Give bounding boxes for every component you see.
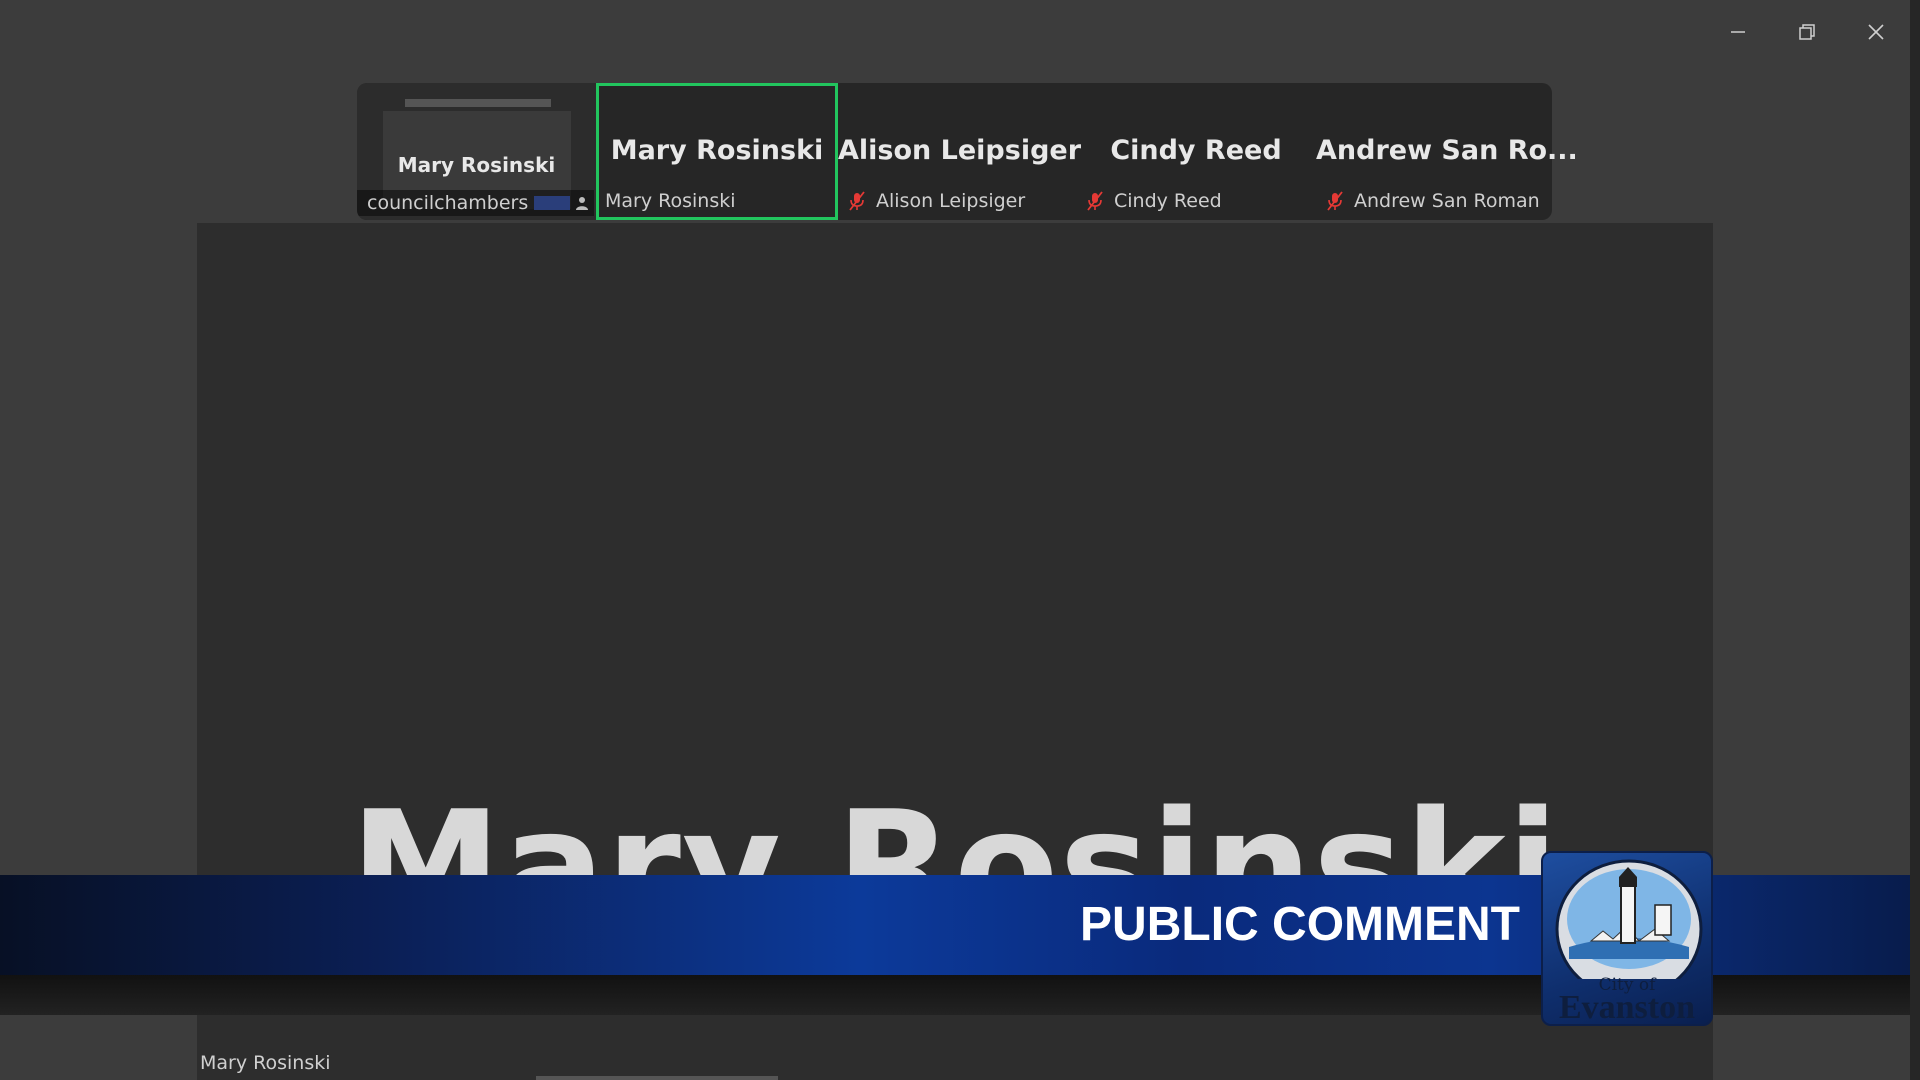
scrollbar-thumb[interactable] [536, 1076, 778, 1080]
participant-label: Cindy Reed [1084, 188, 1222, 214]
participant-label-text: Cindy Reed [1114, 190, 1222, 212]
close-button[interactable] [1854, 12, 1898, 52]
restore-icon [1799, 24, 1815, 40]
participant-filmstrip: Mary Rosinski councilchambers Mary Rosin… [357, 83, 1578, 220]
participant-name: Alison Leipsiger [838, 135, 1082, 166]
close-icon [1868, 24, 1884, 40]
minimize-icon [1731, 31, 1745, 33]
city-seal-logo: City of Evanston [1541, 851, 1713, 1026]
mic-muted-icon [849, 191, 865, 211]
participant-name: Mary Rosinski [610, 135, 824, 166]
participant-label-text: Mary Rosinski [605, 190, 736, 212]
window-edge [1910, 0, 1920, 1080]
participant-tile-alison-leipsiger[interactable]: Alison Leipsiger Alison Leipsiger [838, 83, 1082, 220]
active-speaker-label: Mary Rosinski [200, 1052, 331, 1074]
mic-muted-icon [1327, 191, 1343, 211]
participant-label: councilchambers [357, 190, 595, 216]
banner-title: PUBLIC COMMENT [1080, 898, 1520, 951]
participant-label-text: Alison Leipsiger [876, 190, 1026, 212]
participant-name: Mary Rosinski [397, 153, 556, 177]
meeting-window: Mary Rosinski councilchambers Mary Rosin… [0, 0, 1920, 1080]
participant-label-text: Andrew San Roman [1354, 190, 1540, 212]
comment-badge [534, 196, 571, 210]
participant-name: Andrew San Ro... [1316, 135, 1578, 166]
thumbnail-toolbar [405, 99, 551, 107]
participant-tile-mary-rosinski[interactable]: Mary Rosinski Mary Rosinski [596, 83, 838, 220]
mic-muted-icon [1087, 191, 1103, 211]
participant-label: Alison Leipsiger [846, 188, 1025, 214]
lighthouse-seal-icon [1555, 859, 1703, 979]
logo-evanston: Evanston [1558, 989, 1696, 1026]
minimize-button[interactable] [1716, 12, 1760, 52]
participant-tile-andrew-san-roman[interactable]: Andrew San Ro... Andrew San Roman [1316, 83, 1578, 220]
person-icon [576, 197, 589, 210]
participant-tile-councilchambers[interactable]: Mary Rosinski councilchambers [357, 83, 596, 220]
participant-label-text: councilchambers [367, 192, 529, 214]
participant-name: Cindy Reed [1110, 135, 1282, 166]
participant-label: Mary Rosinski [605, 188, 736, 214]
participant-label: Andrew San Roman [1324, 188, 1540, 214]
restore-button[interactable] [1785, 12, 1829, 52]
participant-tile-cindy-reed[interactable]: Cindy Reed Cindy Reed [1076, 83, 1316, 220]
